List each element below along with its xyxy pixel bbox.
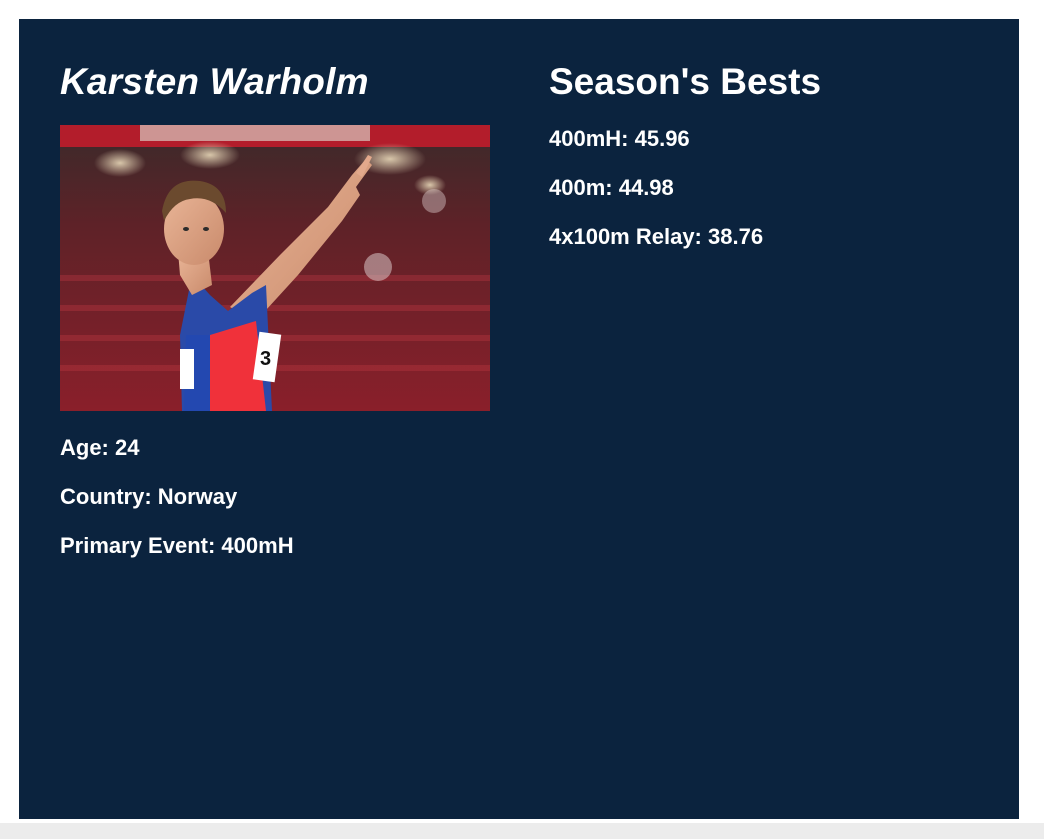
athlete-card: Karsten Warholm 3 Age: 24 Country: Norwa… <box>19 19 1019 819</box>
season-best-400mh: 400mH: 45.96 <box>549 126 690 151</box>
season-best-4x100m-relay: 4x100m Relay: 38.76 <box>549 224 764 249</box>
athlete-country: Country: Norway <box>60 484 238 509</box>
athlete-age: Age: 24 <box>60 435 140 460</box>
page-bottom-bar <box>0 823 1044 839</box>
athlete-primary-event: Primary Event: 400mH <box>60 533 294 558</box>
season-bests-title: Season's Bests <box>549 61 822 102</box>
season-best-400m: 400m: 44.98 <box>549 175 674 200</box>
svg-text:3: 3 <box>260 348 271 370</box>
athlete-photo: 3 <box>60 125 490 411</box>
athlete-name: Karsten Warholm <box>60 61 369 102</box>
